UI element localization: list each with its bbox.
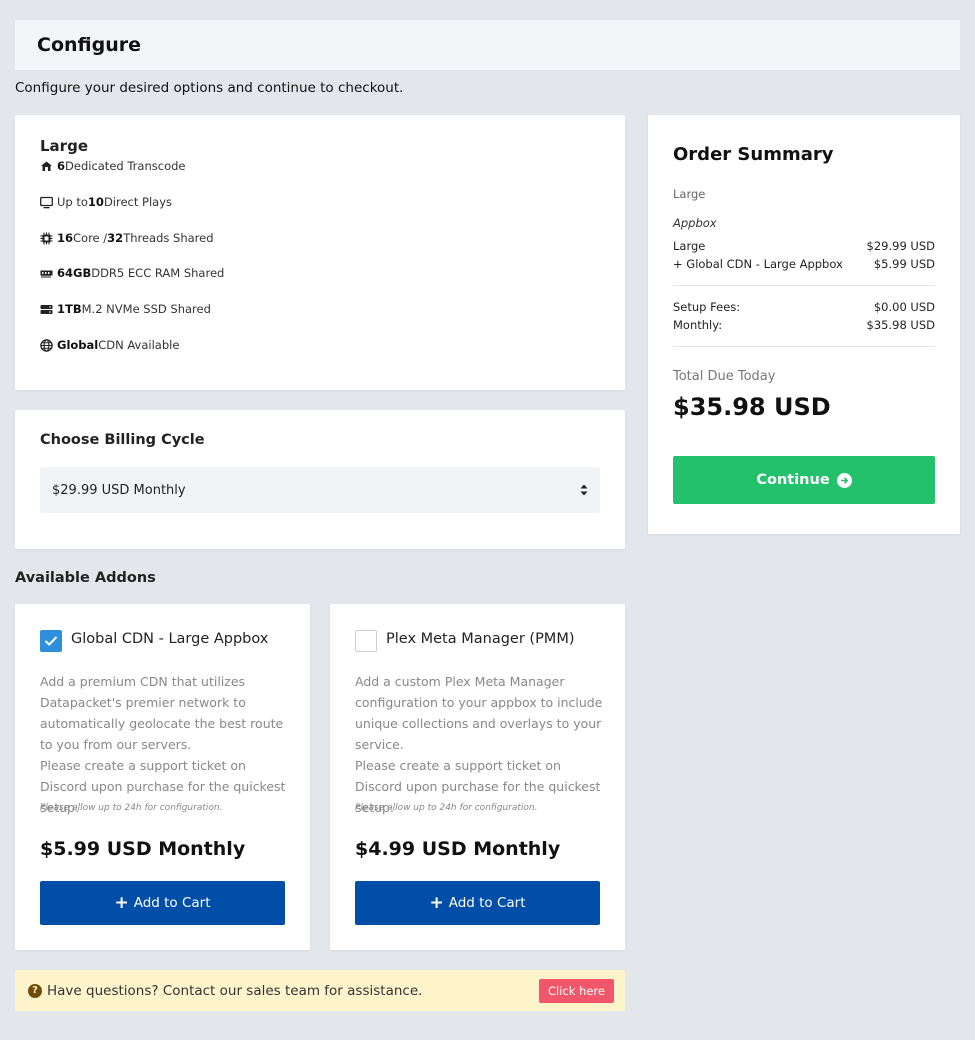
feature-direct-plays: Up to 10 Direct Plays [40,194,172,210]
page-subtitle: Configure your desired options and conti… [15,80,404,96]
plus-icon: + [429,893,444,913]
addon-note: Please allow up to 24h for configuration… [355,803,538,813]
addon-checkbox-global-cdn[interactable] [40,630,62,652]
addon-description: Add a premium CDN that utilizes Datapack… [40,674,286,815]
addon-note: Please allow up to 24h for configuration… [40,803,223,813]
summary-product-name: Large [673,187,706,201]
server-house-icon [40,160,53,173]
addon-checkbox-pmm[interactable] [355,630,377,652]
total-due-value: $35.98 USD [673,393,831,421]
continue-button[interactable]: Continue [673,456,935,504]
summary-product-group: Appbox [673,216,717,230]
plus-icon: + [114,893,129,913]
billing-cycle-card: Choose Billing Cycle $29.99 USD Monthly [15,410,625,549]
feature-storage: 1TB M.2 NVMe SSD Shared [40,301,211,317]
addon-price: $4.99 USD Monthly [355,838,561,860]
feature-ram: 64GB DDR5 ECC RAM Shared [40,265,224,281]
page-header: Configure [15,20,960,70]
summary-divider [673,346,935,347]
monitor-icon [40,196,53,209]
contact-sales-button[interactable]: Click here [539,979,614,1003]
addons-heading: Available Addons [15,570,156,586]
addon-card-global-cdn: Global CDN - Large Appbox Add a premium … [15,604,310,950]
addon-description: Add a custom Plex Meta Manager configura… [355,674,603,815]
product-info-card: Large 6 Dedicated Transcode Up to 10 Dir… [15,115,625,390]
page-title: Configure [37,34,141,56]
add-to-cart-button[interactable]: + Add to Cart [40,881,285,925]
order-summary-card: Order Summary Large Appbox Large $29.99 … [648,115,960,534]
order-summary-title: Order Summary [673,144,834,165]
feature-transcode: 6 Dedicated Transcode [40,158,185,174]
product-name: Large [40,137,88,155]
checkmark-icon [44,636,58,646]
help-banner: ? Have questions? Contact our sales team… [15,970,625,1011]
select-arrows-icon [580,484,588,496]
billing-cycle-select[interactable]: $29.99 USD Monthly [40,467,600,513]
hard-drive-icon [40,303,53,316]
question-circle-icon: ? [28,983,42,998]
summary-line-item: + Global CDN - Large Appbox $5.99 USD [673,257,935,271]
addon-card-pmm: Plex Meta Manager (PMM) Add a custom Ple… [330,604,625,950]
cpu-icon [40,232,53,245]
globe-icon [40,338,53,352]
summary-monthly: Monthly: $35.98 USD [673,318,935,332]
feature-cpu: 16 Core / 32 Threads Shared [40,230,214,246]
addon-price: $5.99 USD Monthly [40,838,246,860]
summary-setup-fees: Setup Fees: $0.00 USD [673,300,935,314]
total-due-label: Total Due Today [673,369,776,384]
arrow-right-circle-icon [836,472,852,488]
addon-title: Global CDN - Large Appbox [71,631,269,647]
help-text: Have questions? Contact our sales team f… [47,982,423,999]
summary-divider [673,285,935,286]
summary-line-item: Large $29.99 USD [673,239,935,253]
add-to-cart-button[interactable]: + Add to Cart [355,881,600,925]
feature-cdn: Global CDN Available [40,337,179,353]
billing-cycle-title: Choose Billing Cycle [40,432,205,448]
memory-icon [40,267,53,280]
billing-cycle-selected: $29.99 USD Monthly [52,482,186,498]
addon-title: Plex Meta Manager (PMM) [386,631,575,647]
